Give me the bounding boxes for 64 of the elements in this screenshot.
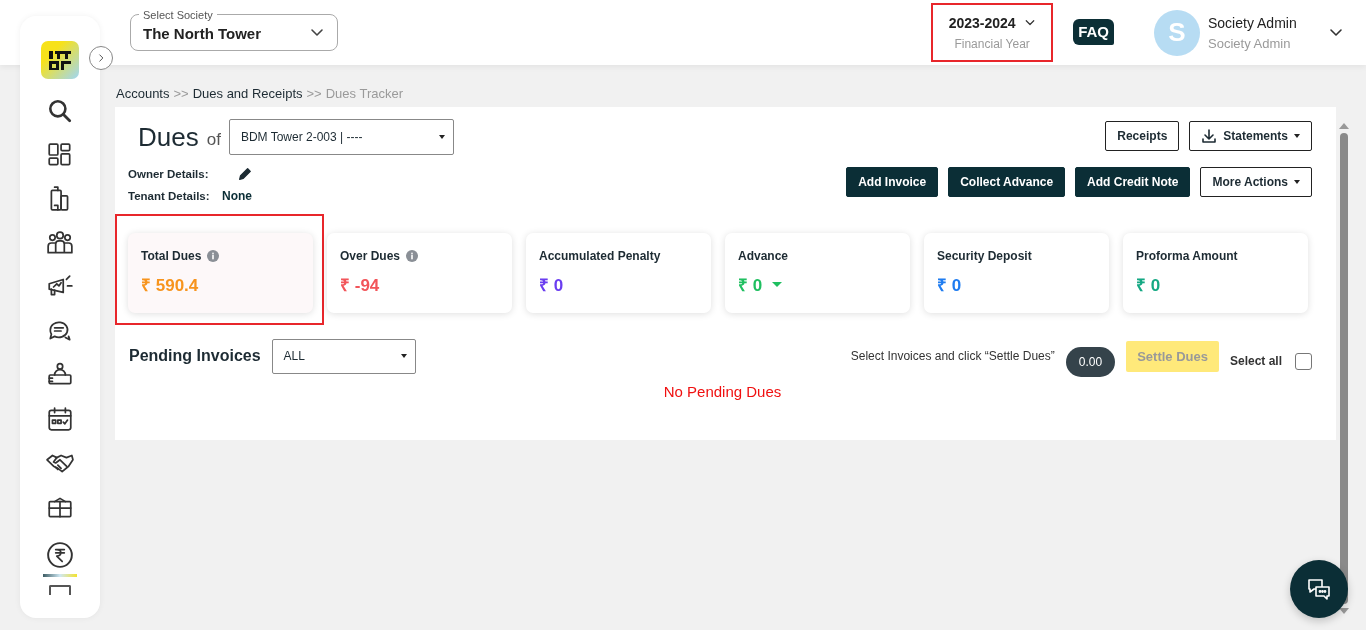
card-value: ₹ 590.4 xyxy=(141,275,199,296)
user-name: Society Admin xyxy=(1208,14,1298,31)
society-select-value: The North Tower xyxy=(143,24,263,42)
section-title: Pending Invoices xyxy=(129,347,261,365)
card-title: Security Deposit xyxy=(937,249,1032,263)
select-all-label: Select all xyxy=(1229,354,1282,368)
breadcrumb-link[interactable]: Accounts xyxy=(116,86,170,101)
chat-button[interactable] xyxy=(1290,560,1348,618)
card-title: Proforma Amount xyxy=(1136,249,1238,263)
settle-hint: Select Invoices and click “Settle Dues” xyxy=(850,349,1055,363)
select-all-checkbox[interactable] xyxy=(1295,352,1312,370)
page-title: Dues xyxy=(138,121,199,153)
more-actions-button[interactable]: More Actions xyxy=(1200,167,1312,197)
card-value: ₹ 0 xyxy=(738,275,763,296)
search-icon xyxy=(46,97,74,125)
scrollbar-thumb[interactable] xyxy=(1340,133,1348,604)
tenant-details-label: Tenant Details: xyxy=(128,190,211,202)
card-title: Accumulated Penalty xyxy=(539,249,661,263)
society-select-label: Select Society xyxy=(142,8,214,21)
download-icon xyxy=(1201,128,1218,144)
breadcrumb-current: Dues Tracker xyxy=(325,86,403,101)
card-value: ₹ 0 xyxy=(1136,275,1161,296)
breadcrumb-separator: >> xyxy=(173,86,189,101)
financial-year-value: 2023-2024 xyxy=(948,14,1016,31)
caret-icon xyxy=(1294,134,1300,138)
society-select[interactable]: Select Society The North Tower xyxy=(130,8,338,51)
app-logo xyxy=(41,41,79,79)
scroll-down-icon[interactable] xyxy=(1339,608,1349,614)
action-button[interactable]: Add Credit Note xyxy=(1075,167,1191,197)
card-title: Advance xyxy=(738,249,789,263)
page-title-suffix: of xyxy=(206,130,221,150)
grid-icon xyxy=(46,141,74,169)
card-value: ₹ -94 xyxy=(340,275,380,296)
card-value: ₹ 0 xyxy=(539,275,564,296)
faq-button[interactable]: FAQ xyxy=(1073,18,1114,45)
financial-year-selector[interactable]: 2023-2024 Financial Year xyxy=(931,3,1054,62)
financial-year-label: Financial Year xyxy=(954,36,1030,51)
owner-details-label: Owner Details: xyxy=(128,168,210,180)
card-value: ₹ 0 xyxy=(937,275,962,296)
user-role: Society Admin xyxy=(1208,35,1292,51)
dropdown-caret-icon xyxy=(400,354,407,358)
nav-item-partial[interactable] xyxy=(49,585,71,595)
caret-icon xyxy=(1294,180,1300,184)
invoice-filter-select[interactable]: ALL xyxy=(271,338,416,374)
people-icon xyxy=(46,229,74,257)
action-button[interactable]: Add Invoice xyxy=(846,167,939,197)
unit-select[interactable]: BDM Tower 2-003 | ---- xyxy=(228,119,454,155)
expand-toggle[interactable] xyxy=(89,46,113,70)
calendar-icon xyxy=(46,405,74,433)
dropdown-caret-icon xyxy=(438,135,445,139)
selected-total: 0.00 xyxy=(1065,347,1116,377)
rupee-icon xyxy=(46,540,74,569)
receipts-button[interactable]: Receipts xyxy=(1105,121,1180,151)
edit-pencil-icon[interactable] xyxy=(238,167,252,181)
breadcrumb-separator: >> xyxy=(306,86,322,101)
chevron-right-icon xyxy=(96,53,106,63)
tenant-details-value: None xyxy=(222,189,252,203)
empty-message: No Pending Dues xyxy=(662,383,783,400)
scrollbar[interactable] xyxy=(1337,121,1351,616)
card-title: Over Dues xyxy=(340,249,401,263)
breadcrumb-link[interactable]: Dues and Receipts xyxy=(192,86,303,101)
action-button[interactable]: Collect Advance xyxy=(948,167,1066,197)
statements-button[interactable]: Statements xyxy=(1189,121,1312,151)
card-title: Total Dues xyxy=(141,249,202,263)
